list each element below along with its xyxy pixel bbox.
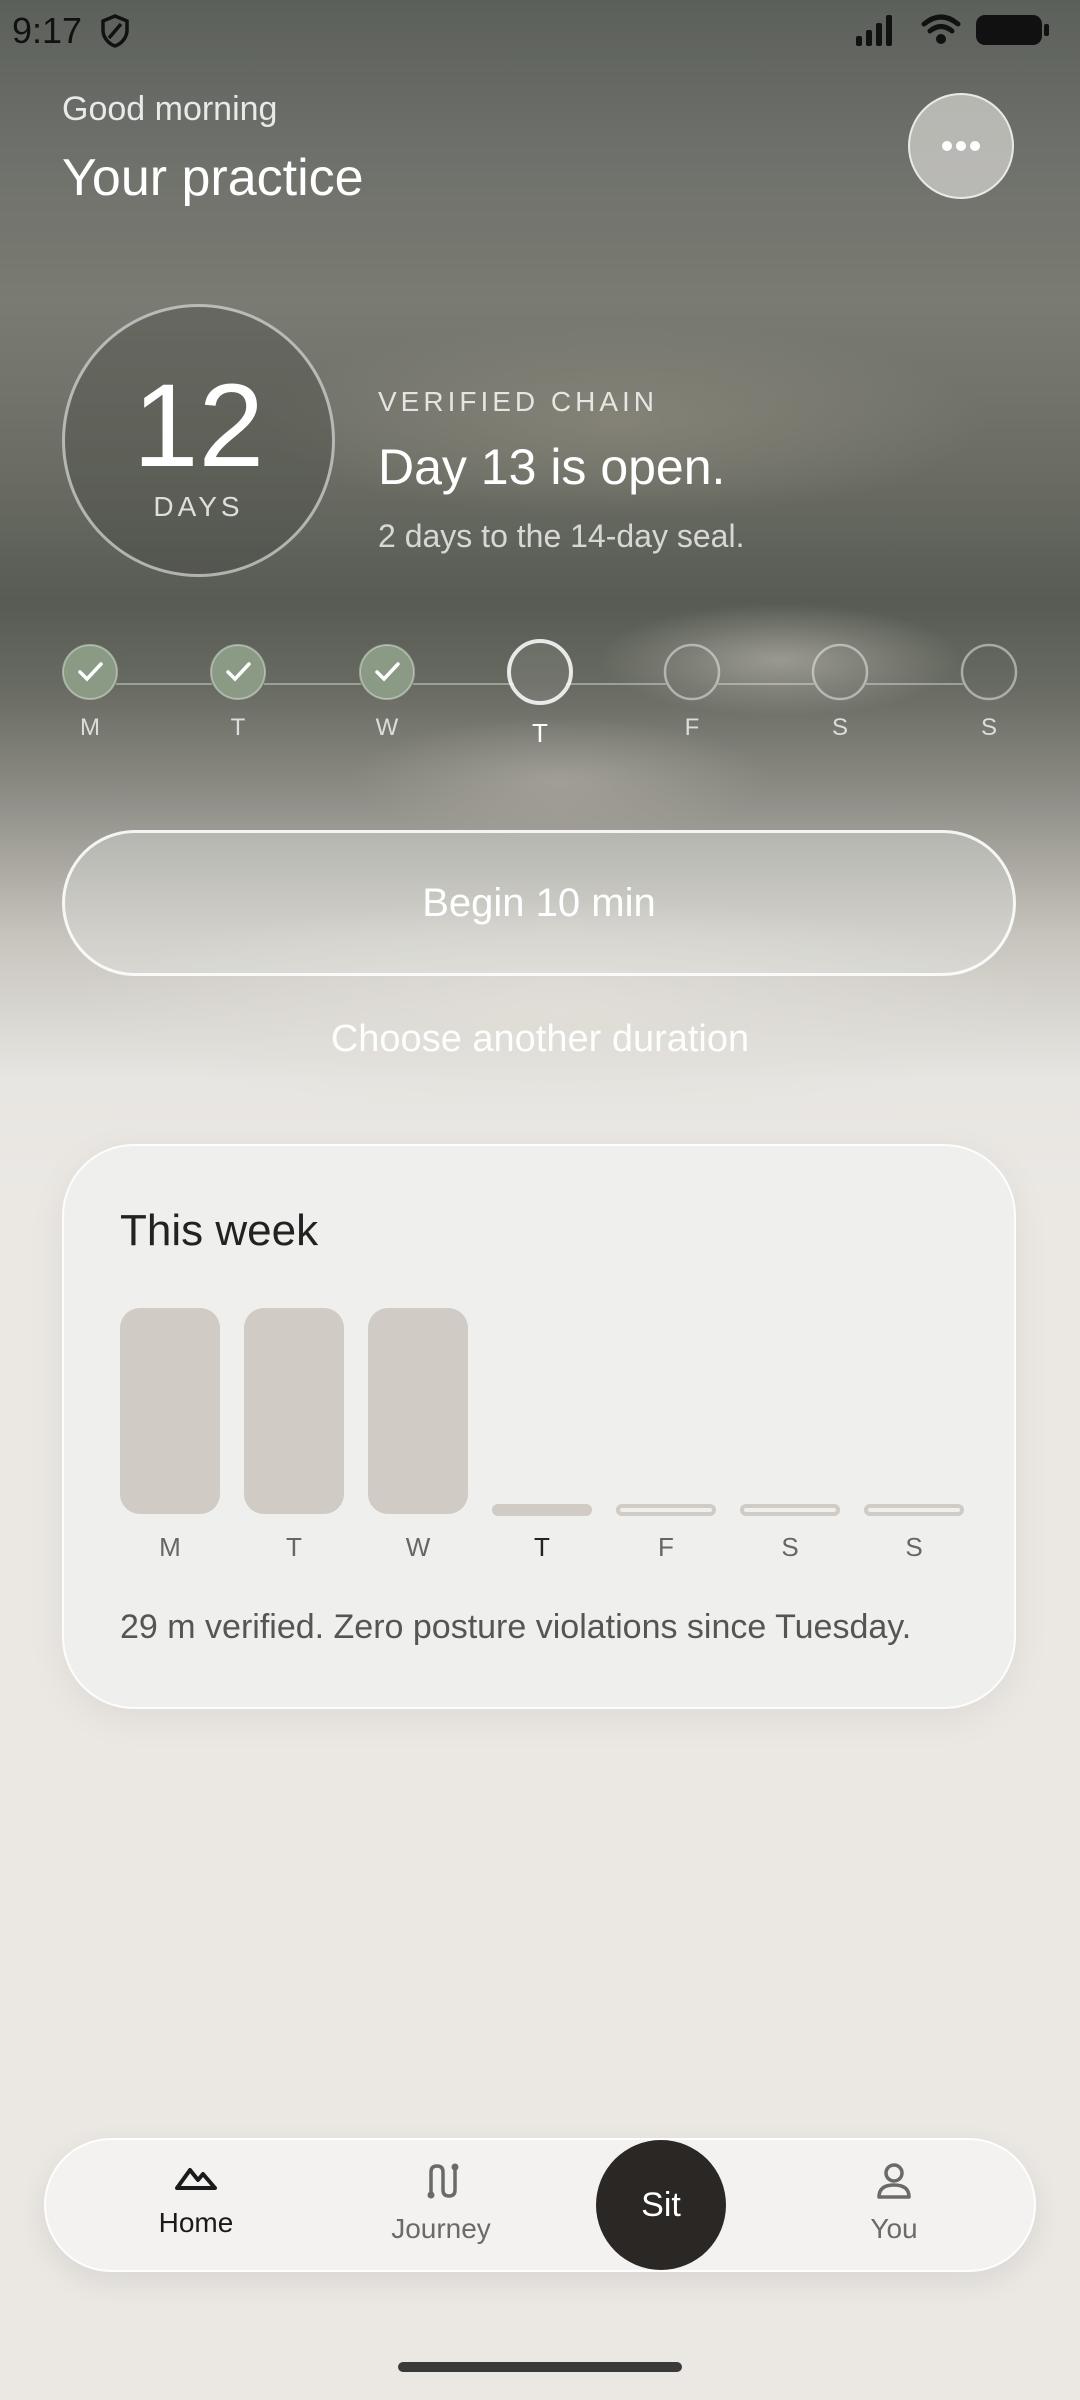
- person-icon: [877, 2163, 911, 2199]
- chain-day-label: W: [375, 714, 399, 741]
- chain-day-2: [359, 644, 415, 700]
- chain-label: VERIFIED CHAIN: [378, 386, 659, 417]
- week-bar-label: W: [405, 1532, 431, 1562]
- chain-day-0: [62, 644, 118, 700]
- chain-day-1: [210, 644, 266, 700]
- chain-day-label: S: [831, 714, 848, 741]
- chain-day-3: [507, 639, 573, 705]
- chain-day-label: S: [980, 714, 997, 741]
- chain-headline: Day 13 is open.: [378, 439, 726, 495]
- bottom-nav: Home Journey You: [44, 2138, 1036, 2272]
- chain-day-label: M: [80, 714, 100, 741]
- chain-day-6: [960, 643, 1018, 701]
- journey-path-icon: [427, 2163, 459, 2199]
- signal-icon: [856, 15, 892, 46]
- chain-day-label: T: [230, 714, 246, 741]
- more-options-button[interactable]: [908, 93, 1014, 199]
- week-bar: [368, 1308, 468, 1514]
- week-bar-label: F: [658, 1532, 674, 1562]
- week-bar: [120, 1308, 220, 1514]
- week-bars: MTWTFSS: [64, 1146, 1018, 1586]
- streak-unit: DAYS: [153, 491, 244, 522]
- wifi-icon: [921, 14, 961, 44]
- chain-day-label: F: [684, 714, 700, 741]
- streak-circle: 12 DAYS: [62, 304, 335, 577]
- week-bar-label: M: [159, 1532, 181, 1562]
- sit-button[interactable]: Sit: [596, 2140, 726, 2270]
- nav-you-label: You: [870, 2213, 918, 2244]
- week-bar: [244, 1308, 344, 1514]
- chain-day-5: [811, 643, 869, 701]
- week-summary: 29 m verified. Zero posture violations s…: [120, 1608, 912, 1646]
- more-dots-icon: [942, 141, 980, 151]
- begin-session-button[interactable]: Begin 10 min: [62, 830, 1016, 976]
- nav-journey-label: Journey: [391, 2213, 491, 2244]
- week-bar-label: S: [781, 1532, 799, 1562]
- chain-day-4: [663, 643, 721, 701]
- week-bar: [492, 1504, 592, 1516]
- week-progress-chain: MTWTFSS: [0, 630, 1080, 750]
- shield-icon: [101, 14, 129, 48]
- week-bar-label: T: [534, 1532, 550, 1562]
- status-time: 9:17: [12, 10, 83, 51]
- chain-day-label: T: [532, 718, 548, 748]
- nav-you[interactable]: You: [814, 2162, 974, 2245]
- home-indicator: [398, 2362, 682, 2372]
- week-bar: [616, 1504, 716, 1516]
- chain-track: [62, 639, 1018, 705]
- page-title: Your practice: [62, 149, 364, 207]
- week-bar-label: T: [286, 1532, 302, 1562]
- choose-duration-link[interactable]: Choose another duration: [0, 1018, 1080, 1061]
- greeting-text: Good morning: [62, 90, 278, 128]
- this-week-card: This week MTWTFSS 29 m verified. Zero po…: [62, 1144, 1016, 1709]
- mountain-icon: [175, 2168, 217, 2190]
- week-bar-label: S: [905, 1532, 923, 1562]
- week-bar: [740, 1504, 840, 1516]
- nav-home[interactable]: Home: [116, 2162, 276, 2239]
- nav-journey[interactable]: Journey: [361, 2162, 521, 2245]
- battery-icon: [976, 15, 1049, 45]
- chain-subtext: 2 days to the 14-day seal.: [378, 518, 745, 554]
- nav-home-label: Home: [158, 2207, 234, 2238]
- week-bar: [864, 1504, 964, 1516]
- streak-count: 12: [132, 360, 265, 492]
- status-icons: [856, 14, 1049, 46]
